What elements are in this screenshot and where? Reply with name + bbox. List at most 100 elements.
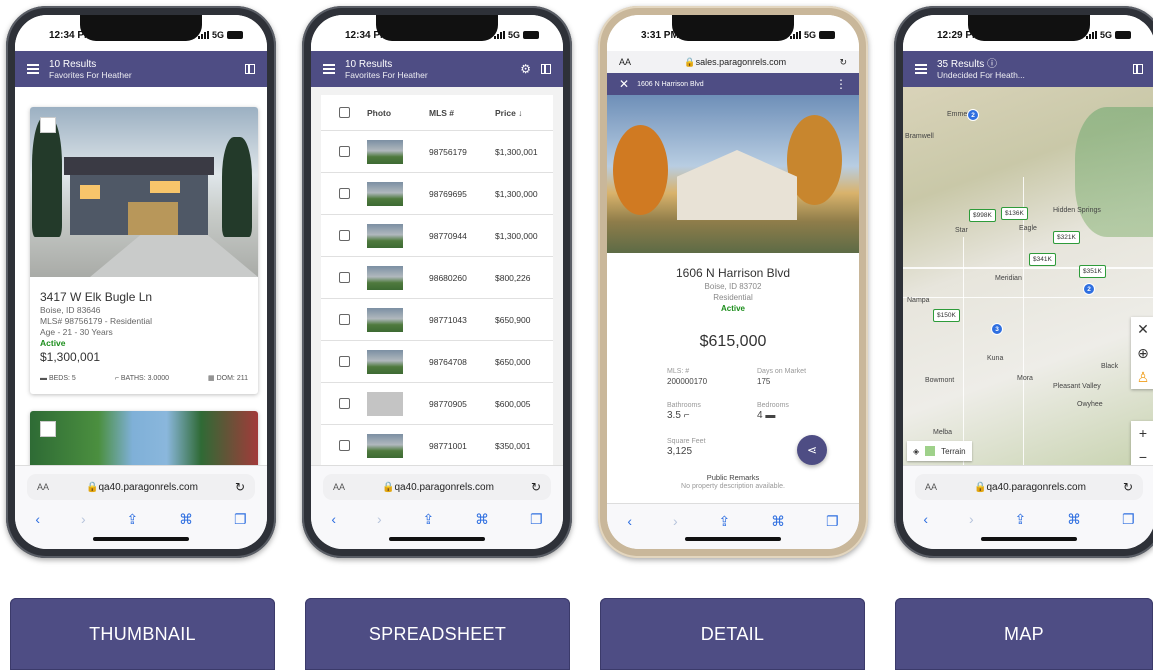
column-price[interactable]: Price ↓ bbox=[495, 108, 553, 118]
gear-icon[interactable]: ⚙ bbox=[520, 63, 531, 75]
table-row[interactable]: 98771001 $350,001 bbox=[321, 425, 553, 467]
forward-icon[interactable]: › bbox=[969, 511, 974, 527]
table-row[interactable]: 98771043 $650,900 bbox=[321, 299, 553, 341]
table-row[interactable]: 98770905 $600,005 bbox=[321, 383, 553, 425]
address-bar[interactable]: AA 🔒qa40.paragonrels.com ↻ bbox=[27, 474, 255, 500]
row-photo[interactable] bbox=[367, 139, 403, 164]
row-photo[interactable] bbox=[367, 349, 403, 374]
row-checkbox[interactable] bbox=[338, 356, 350, 367]
place-label: Melba bbox=[933, 429, 953, 436]
bookmarks-icon[interactable]: ⌘ bbox=[1067, 511, 1081, 528]
table-row[interactable]: 98769695 $1,300,000 bbox=[321, 173, 553, 215]
bathrooms-field: Bathrooms 3.5 ⌐ bbox=[667, 402, 701, 421]
reload-icon[interactable]: ↻ bbox=[531, 480, 541, 494]
select-checkbox[interactable] bbox=[40, 117, 56, 133]
address-bar[interactable]: AA 🔒sales.paragonrels.com ↻ bbox=[607, 51, 859, 73]
view-panel-icon[interactable] bbox=[245, 64, 255, 74]
table-row[interactable]: 98764708 $650,000 bbox=[321, 341, 553, 383]
row-mls: 98771001 bbox=[429, 440, 467, 451]
row-checkbox[interactable] bbox=[338, 398, 350, 409]
share-icon[interactable]: ⇪ bbox=[422, 511, 434, 528]
signal: 5G bbox=[1085, 30, 1131, 40]
table-row[interactable]: 98756179 $1,300,001 bbox=[321, 131, 553, 173]
price-pin[interactable]: $341K bbox=[1029, 253, 1056, 266]
signal: 5G bbox=[493, 30, 539, 40]
tabs-icon[interactable]: ❐ bbox=[1122, 511, 1135, 528]
price-pin[interactable]: $136K bbox=[1001, 207, 1028, 220]
price-pin[interactable]: $150K bbox=[933, 309, 960, 322]
listing-address[interactable]: 3417 W Elk Bugle Ln bbox=[40, 289, 248, 305]
row-photo-placeholder[interactable] bbox=[367, 391, 403, 416]
column-mls[interactable]: MLS # bbox=[429, 108, 495, 118]
listing-card[interactable]: 3417 W Elk Bugle Ln Boise, ID 83646 MLS#… bbox=[30, 107, 258, 394]
back-icon[interactable]: ‹ bbox=[331, 511, 336, 527]
price-pin[interactable]: $998K bbox=[969, 209, 996, 222]
draw-tools-icon[interactable]: ✕ bbox=[1137, 317, 1149, 341]
tabs-icon[interactable]: ❐ bbox=[826, 513, 839, 530]
bookmarks-icon[interactable]: ⌘ bbox=[475, 511, 489, 528]
street-view-icon[interactable]: ♙ bbox=[1137, 365, 1150, 389]
share-icon[interactable]: ⇪ bbox=[718, 513, 730, 530]
layers-icon[interactable]: ◈ bbox=[913, 447, 919, 456]
zoom-in-button[interactable]: + bbox=[1139, 421, 1147, 445]
forward-icon[interactable]: › bbox=[673, 513, 678, 529]
locate-icon[interactable]: ⊕ bbox=[1137, 341, 1149, 365]
forward-icon[interactable]: › bbox=[81, 511, 86, 527]
view-panel-icon[interactable] bbox=[1133, 64, 1143, 74]
row-checkbox[interactable] bbox=[338, 314, 350, 325]
address-bar[interactable]: AA 🔒qa40.paragonrels.com ↻ bbox=[915, 474, 1143, 500]
back-icon[interactable]: ‹ bbox=[627, 513, 632, 529]
reload-icon[interactable]: ↻ bbox=[1123, 480, 1133, 494]
address-bar[interactable]: AA 🔒qa40.paragonrels.com ↻ bbox=[323, 474, 551, 500]
text-size-button[interactable]: AA bbox=[619, 57, 631, 67]
row-photo[interactable] bbox=[367, 433, 403, 458]
column-photo[interactable]: Photo bbox=[367, 108, 429, 118]
cluster-marker[interactable]: 3 bbox=[991, 323, 1003, 335]
row-checkbox[interactable] bbox=[338, 272, 350, 283]
row-photo[interactable] bbox=[367, 181, 403, 206]
close-icon[interactable]: ✕ bbox=[619, 77, 629, 91]
back-icon[interactable]: ‹ bbox=[35, 511, 40, 527]
back-icon[interactable]: ‹ bbox=[923, 511, 928, 527]
reload-icon[interactable]: ↻ bbox=[235, 480, 245, 494]
reload-icon[interactable]: ↻ bbox=[839, 57, 847, 68]
row-checkbox[interactable] bbox=[338, 440, 350, 451]
row-photo[interactable] bbox=[367, 307, 403, 332]
text-size-button[interactable]: AA bbox=[925, 482, 937, 492]
row-checkbox[interactable] bbox=[338, 230, 350, 241]
tabs-icon[interactable]: ❐ bbox=[234, 511, 247, 528]
text-size-button[interactable]: AA bbox=[333, 482, 345, 492]
more-icon[interactable]: ⋮ bbox=[835, 77, 847, 91]
row-photo[interactable] bbox=[367, 265, 403, 290]
table-row[interactable]: 98680260 $800,226 bbox=[321, 257, 553, 299]
row-photo[interactable] bbox=[367, 223, 403, 248]
info-icon[interactable]: ⓘ bbox=[987, 59, 997, 70]
row-checkbox[interactable] bbox=[338, 146, 350, 157]
text-size-button[interactable]: AA bbox=[37, 482, 49, 492]
bookmarks-icon[interactable]: ⌘ bbox=[771, 513, 785, 530]
menu-icon[interactable] bbox=[915, 64, 927, 74]
price-pin[interactable]: $321K bbox=[1053, 231, 1080, 244]
cluster-marker[interactable]: 2 bbox=[967, 109, 979, 121]
share-button[interactable]: ⋖ bbox=[797, 435, 827, 465]
listing-card[interactable] bbox=[30, 411, 258, 471]
share-icon[interactable]: ⇪ bbox=[1014, 511, 1026, 528]
forward-icon[interactable]: › bbox=[377, 511, 382, 527]
row-checkbox[interactable] bbox=[338, 188, 350, 199]
cluster-marker[interactable]: 2 bbox=[1083, 283, 1095, 295]
price-pin[interactable]: $351K bbox=[1079, 265, 1106, 278]
select-checkbox[interactable] bbox=[40, 421, 56, 437]
view-panel-icon[interactable] bbox=[541, 64, 551, 74]
bookmarks-icon[interactable]: ⌘ bbox=[179, 511, 193, 528]
listing-photo[interactable] bbox=[30, 411, 258, 471]
listing-photo[interactable] bbox=[30, 107, 258, 277]
listing-photo[interactable] bbox=[607, 95, 859, 253]
menu-icon[interactable] bbox=[323, 64, 335, 74]
table-row[interactable]: 98770944 $1,300,000 bbox=[321, 215, 553, 257]
select-all-checkbox[interactable] bbox=[338, 107, 350, 118]
share-icon[interactable]: ⇪ bbox=[126, 511, 138, 528]
map-view[interactable]: Emmett Bramwell Eagle Star Hidden Spring… bbox=[903, 87, 1153, 469]
tabs-icon[interactable]: ❐ bbox=[530, 511, 543, 528]
menu-icon[interactable] bbox=[27, 64, 39, 74]
map-type-toggle[interactable]: ◈ Terrain bbox=[907, 441, 972, 461]
